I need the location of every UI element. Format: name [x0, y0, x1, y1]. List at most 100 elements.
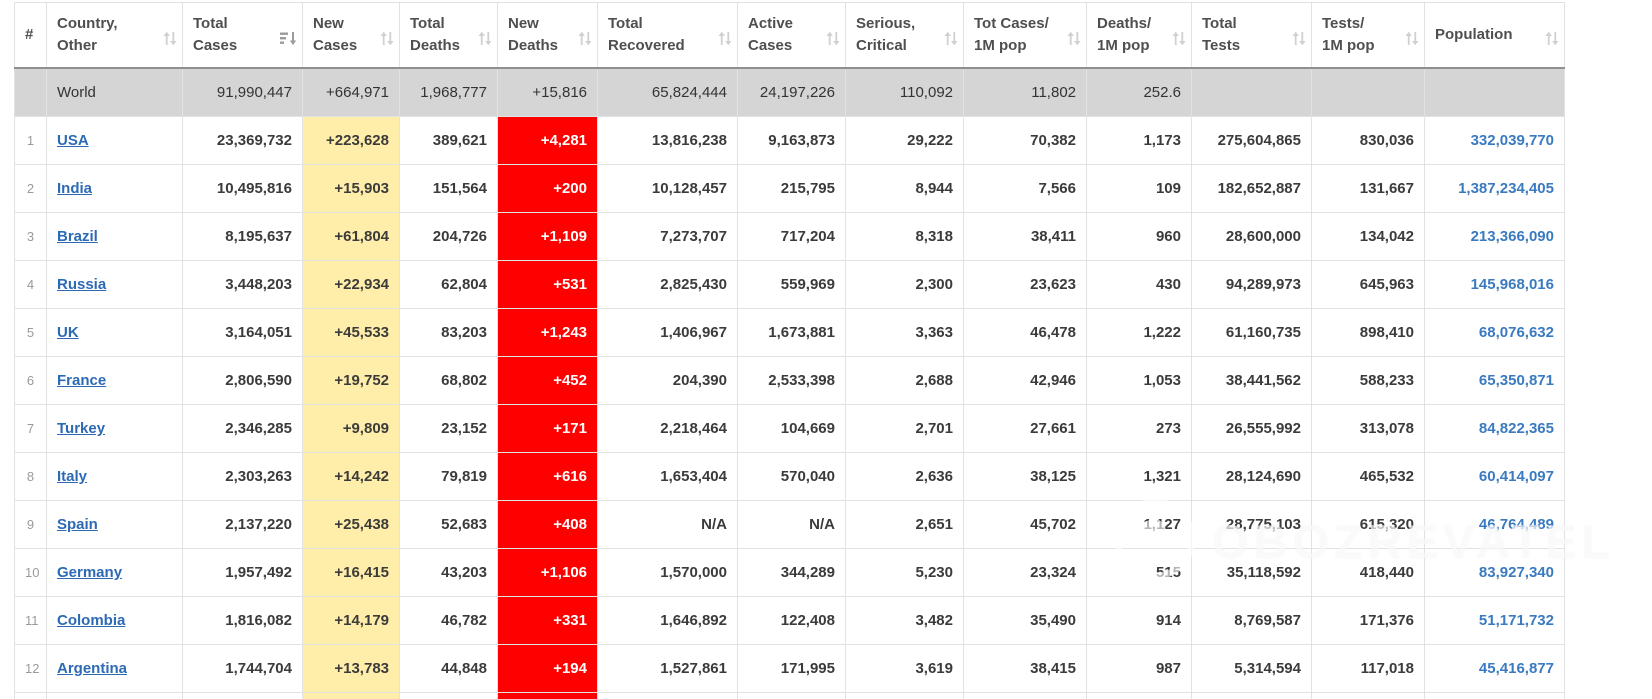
cell-country [46, 692, 183, 699]
cell-rank: 6 [14, 356, 47, 405]
column-header-active_cases[interactable]: Active Cases [737, 2, 846, 69]
cell-total_deaths: 79,819 [399, 452, 498, 501]
cell-total_tests: 28,124,690 [1191, 452, 1312, 501]
cell-total_cases: 1,957,492 [182, 548, 303, 597]
cell-new_cases: +13,783 [302, 644, 400, 693]
cell-active_cases: 1,673,881 [737, 308, 846, 357]
cell-new_cases: +16,415 [302, 548, 400, 597]
cell-serious_critical: 8,318 [845, 212, 964, 261]
cell-total_recovered: 1,406,967 [597, 308, 738, 357]
cell-rank: 8 [14, 452, 47, 501]
column-label: Total Cases [193, 15, 238, 54]
sort-icon [380, 31, 394, 53]
cell-tests_per_1m: 465,532 [1311, 452, 1425, 501]
cell-country: Colombia [46, 596, 183, 645]
cell-cases_per_1m: 45,702 [963, 500, 1087, 549]
cell-serious_critical: 2,701 [845, 404, 964, 453]
cell-new_deaths: +331 [497, 596, 598, 645]
country-link[interactable]: India [57, 180, 92, 197]
cell-tests_per_1m: 171,376 [1311, 596, 1425, 645]
column-label: Deaths/1M pop [1097, 15, 1152, 54]
cell-population: 83,927,340 [1424, 548, 1565, 597]
cell-cases_per_1m: 35,490 [963, 596, 1087, 645]
cell-rank: 7 [14, 404, 47, 453]
cell-population: 1,387,234,405 [1424, 164, 1565, 213]
sort-icon [163, 31, 177, 53]
cell-country: Turkey [46, 404, 183, 453]
country-link[interactable]: Germany [57, 564, 122, 581]
cell-cases_per_1m: 27,661 [963, 404, 1087, 453]
column-header-total_recovered[interactable]: Total Recovered [597, 2, 738, 69]
cell-total_tests: 26,555,992 [1191, 404, 1312, 453]
cell-rank: 10 [14, 548, 47, 597]
cell-new_cases: +9,809 [302, 404, 400, 453]
cell-tests_per_1m: 588,233 [1311, 356, 1425, 405]
cell-serious_critical [845, 692, 964, 699]
cell-active_cases: 559,969 [737, 260, 846, 309]
column-header-tests_per_1m[interactable]: Tests/1M pop [1311, 2, 1425, 69]
cell-population: 65,350,871 [1424, 356, 1565, 405]
country-link[interactable]: Turkey [57, 420, 105, 437]
cell-new_deaths: +616 [497, 452, 598, 501]
country-link[interactable]: Brazil [57, 228, 98, 245]
cell-deaths_per_1m [1086, 692, 1192, 699]
table-row: 8 Italy 2,303,263 +14,242 79,819 +616 1,653,40… [14, 452, 1565, 501]
column-header-serious_critical[interactable]: Serious, Critical [845, 2, 964, 69]
cell-total_deaths: 23,152 [399, 404, 498, 453]
country-link[interactable]: Italy [57, 468, 87, 485]
cell-total_tests: 94,289,973 [1191, 260, 1312, 309]
cell-tests_per_1m [1311, 692, 1425, 699]
cell-active_cases: 570,040 [737, 452, 846, 501]
cell-deaths_per_1m: 109 [1086, 164, 1192, 213]
cell-rank: 3 [14, 212, 47, 261]
cell-population [1424, 692, 1565, 699]
sort-desc-icon [280, 31, 297, 53]
cell-country: World [46, 67, 183, 117]
column-header-population[interactable]: Population [1424, 2, 1565, 69]
column-header-new_cases[interactable]: New Cases [302, 2, 400, 69]
column-header-total_cases[interactable]: Total Cases [182, 2, 303, 69]
column-header-country[interactable]: Country, Other [46, 2, 183, 69]
table-header: # Country, Other Total Cases New Cases Total Dea… [14, 2, 1565, 69]
cell-active_cases [737, 692, 846, 699]
cell-total_cases: 8,195,637 [182, 212, 303, 261]
cell-new_cases: +223,628 [302, 116, 400, 165]
column-header-cases_per_1m[interactable]: Tot Cases/1M pop [963, 2, 1087, 69]
cell-total_deaths [399, 692, 498, 699]
cell-tests_per_1m: 898,410 [1311, 308, 1425, 357]
column-header-total_deaths[interactable]: Total Deaths [399, 2, 498, 69]
cell-cases_per_1m: 38,415 [963, 644, 1087, 693]
cell-total_tests [1191, 67, 1312, 117]
column-header-new_deaths[interactable]: New Deaths [497, 2, 598, 69]
column-label: Tot Cases/1M pop [974, 15, 1049, 54]
country-link[interactable]: Colombia [57, 612, 125, 629]
cell-total_deaths: 44,848 [399, 644, 498, 693]
country-link[interactable]: France [57, 372, 106, 389]
cell-tests_per_1m: 313,078 [1311, 404, 1425, 453]
country-link[interactable]: Russia [57, 276, 106, 293]
cell-total_tests: 28,600,000 [1191, 212, 1312, 261]
country-link[interactable]: Argentina [57, 660, 127, 677]
cell-population: 145,968,016 [1424, 260, 1565, 309]
cell-new_cases: +14,179 [302, 596, 400, 645]
sort-icon [1545, 31, 1559, 53]
covid-stats-page: # Country, Other Total Cases New Cases Total Dea… [0, 0, 1652, 699]
sort-icon [944, 31, 958, 53]
cell-total_tests: 38,441,562 [1191, 356, 1312, 405]
sort-icon [1405, 31, 1419, 53]
country-link[interactable]: USA [57, 132, 89, 149]
cell-new_deaths: +1,109 [497, 212, 598, 261]
cell-total_recovered: 10,128,457 [597, 164, 738, 213]
column-header-total_tests[interactable]: Total Tests [1191, 2, 1312, 69]
country-link[interactable]: UK [57, 324, 79, 341]
country-link[interactable]: Spain [57, 516, 98, 533]
cell-total_deaths: 46,782 [399, 596, 498, 645]
cell-cases_per_1m: 42,946 [963, 356, 1087, 405]
cell-total_cases: 1,744,704 [182, 644, 303, 693]
cell-rank [14, 67, 47, 117]
column-header-deaths_per_1m[interactable]: Deaths/1M pop [1086, 2, 1192, 69]
sort-icon [1067, 31, 1081, 53]
cell-new_deaths: +1,243 [497, 308, 598, 357]
table-row: 11 Colombia 1,816,082 +14,179 46,782 +331 1,64… [14, 596, 1565, 645]
cell-total_recovered: 204,390 [597, 356, 738, 405]
